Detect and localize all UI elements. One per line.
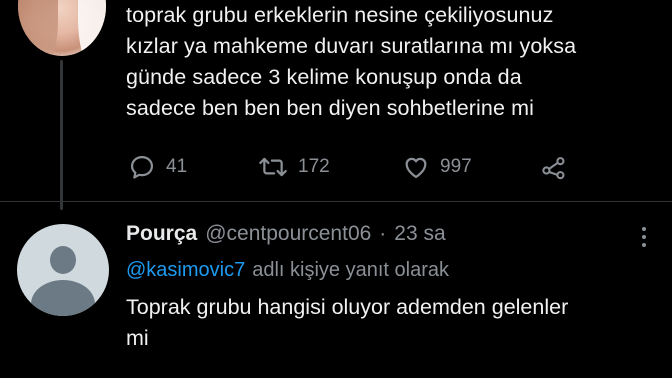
retweet-icon <box>258 153 288 181</box>
more-options-button[interactable] <box>632 222 656 252</box>
reply-tweet-avatar[interactable] <box>17 224 109 316</box>
header-separator: · <box>379 222 387 245</box>
avatar-background-shape <box>78 0 106 56</box>
tweet-text-line: mi <box>126 326 149 350</box>
tweet-text-line: günde sadece 3 kelime konuşup onda da <box>126 65 522 89</box>
default-avatar-body-shape <box>31 280 95 316</box>
replying-to-line: @kasimovic7 adlı kişiye yanıt olarak <box>126 255 449 285</box>
reply-tweet-text: Toprak grubu hangisi oluyor ademden gele… <box>126 292 666 354</box>
parent-tweet-text: toprak grubu erkeklerin nesine çekiliyos… <box>126 0 666 124</box>
reply-count: 41 <box>166 156 188 177</box>
share-icon <box>540 153 568 181</box>
tweet-text-line: sadece ben ben ben diyen sohbetlerine mi <box>126 96 535 120</box>
thread-connector-line <box>60 60 63 210</box>
reply-author-name[interactable]: Pourça <box>126 222 197 246</box>
reply-button[interactable]: 41 <box>128 150 187 184</box>
more-options-icon <box>642 235 646 239</box>
share-button[interactable] <box>540 150 568 184</box>
reply-author-handle[interactable]: @centpourcent06 <box>205 222 371 246</box>
reply-icon <box>128 153 156 181</box>
more-options-icon <box>642 243 646 247</box>
like-count: 997 <box>440 156 472 177</box>
tweet-text-line: toprak grubu erkeklerin nesine çekiliyos… <box>126 3 554 27</box>
retweet-button[interactable]: 172 <box>258 150 330 184</box>
tweet-divider <box>0 201 672 202</box>
reply-tweet-header: Pourça @centpourcent06 · 23 sa <box>126 219 446 249</box>
retweet-count: 172 <box>298 156 330 177</box>
avatar-hair-shape <box>18 0 58 56</box>
replying-to-handle-link[interactable]: @kasimovic7 <box>126 259 245 282</box>
tweet-text-line: Toprak grubu hangisi oluyor ademden gele… <box>126 295 569 319</box>
reply-timestamp[interactable]: 23 sa <box>394 222 445 246</box>
parent-tweet-actions: 41 172 997 <box>126 150 646 184</box>
replying-to-label: adlı kişiye yanıt olarak <box>252 258 449 281</box>
heart-icon <box>402 153 430 181</box>
like-button[interactable]: 997 <box>402 150 472 184</box>
default-avatar-head-shape <box>50 246 76 274</box>
more-options-icon <box>642 227 646 231</box>
tweet-thread: toprak grubu erkeklerin nesine çekiliyos… <box>0 0 672 378</box>
parent-tweet-avatar[interactable] <box>18 0 106 56</box>
tweet-text-line: kızlar ya mahkeme duvarı suratlarına mı … <box>126 34 577 58</box>
